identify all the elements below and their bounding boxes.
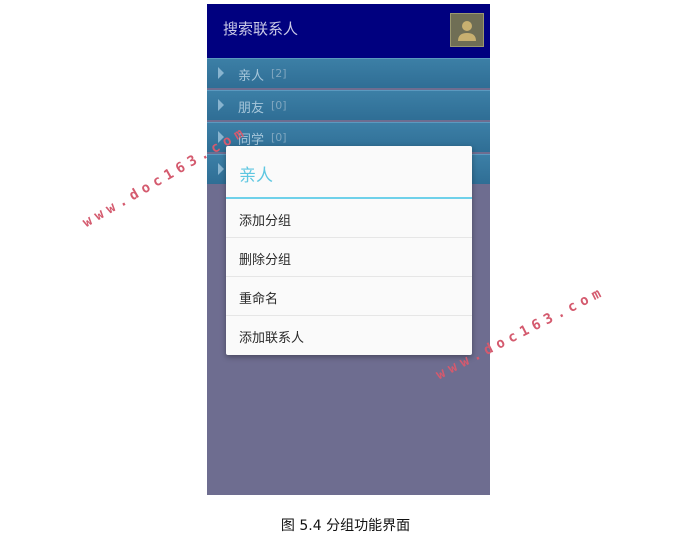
user-avatar-icon[interactable]	[450, 13, 484, 47]
group-options-dialog: 亲人 添加分组 删除分组 重命名 添加联系人	[226, 146, 472, 355]
menu-item-delete-group[interactable]: 删除分组	[226, 238, 472, 277]
expand-arrow-icon	[218, 99, 224, 111]
group-row-family[interactable]: 亲人 [2]	[207, 58, 490, 88]
expand-arrow-icon	[218, 67, 224, 79]
group-name: 朋友	[238, 101, 265, 116]
top-bar: 搜索联系人	[207, 4, 490, 58]
menu-item-label: 添加联系人	[239, 331, 305, 346]
group-name: 亲人	[238, 69, 265, 84]
menu-item-add-contact[interactable]: 添加联系人	[226, 316, 472, 355]
group-count: [2]	[271, 67, 287, 80]
figure-caption: 图 5.4 分组功能界面	[280, 518, 411, 534]
search-contacts-title[interactable]: 搜索联系人	[223, 18, 298, 39]
group-count: [0]	[271, 131, 287, 144]
menu-item-label: 删除分组	[239, 253, 292, 268]
dialog-title: 亲人	[239, 166, 273, 186]
menu-item-label: 重命名	[239, 292, 279, 307]
menu-item-label: 添加分组	[239, 214, 292, 229]
menu-item-rename[interactable]: 重命名	[226, 277, 472, 316]
group-count: [0]	[271, 99, 287, 112]
menu-item-add-group[interactable]: 添加分组	[226, 199, 472, 238]
group-row-friends[interactable]: 朋友 [0]	[207, 90, 490, 120]
phone-screen: 搜索联系人 亲人 [2] 朋友 [0] 同学 [0] 亲人 添加分组 删除分组 …	[207, 4, 490, 495]
expand-arrow-icon	[218, 163, 224, 175]
